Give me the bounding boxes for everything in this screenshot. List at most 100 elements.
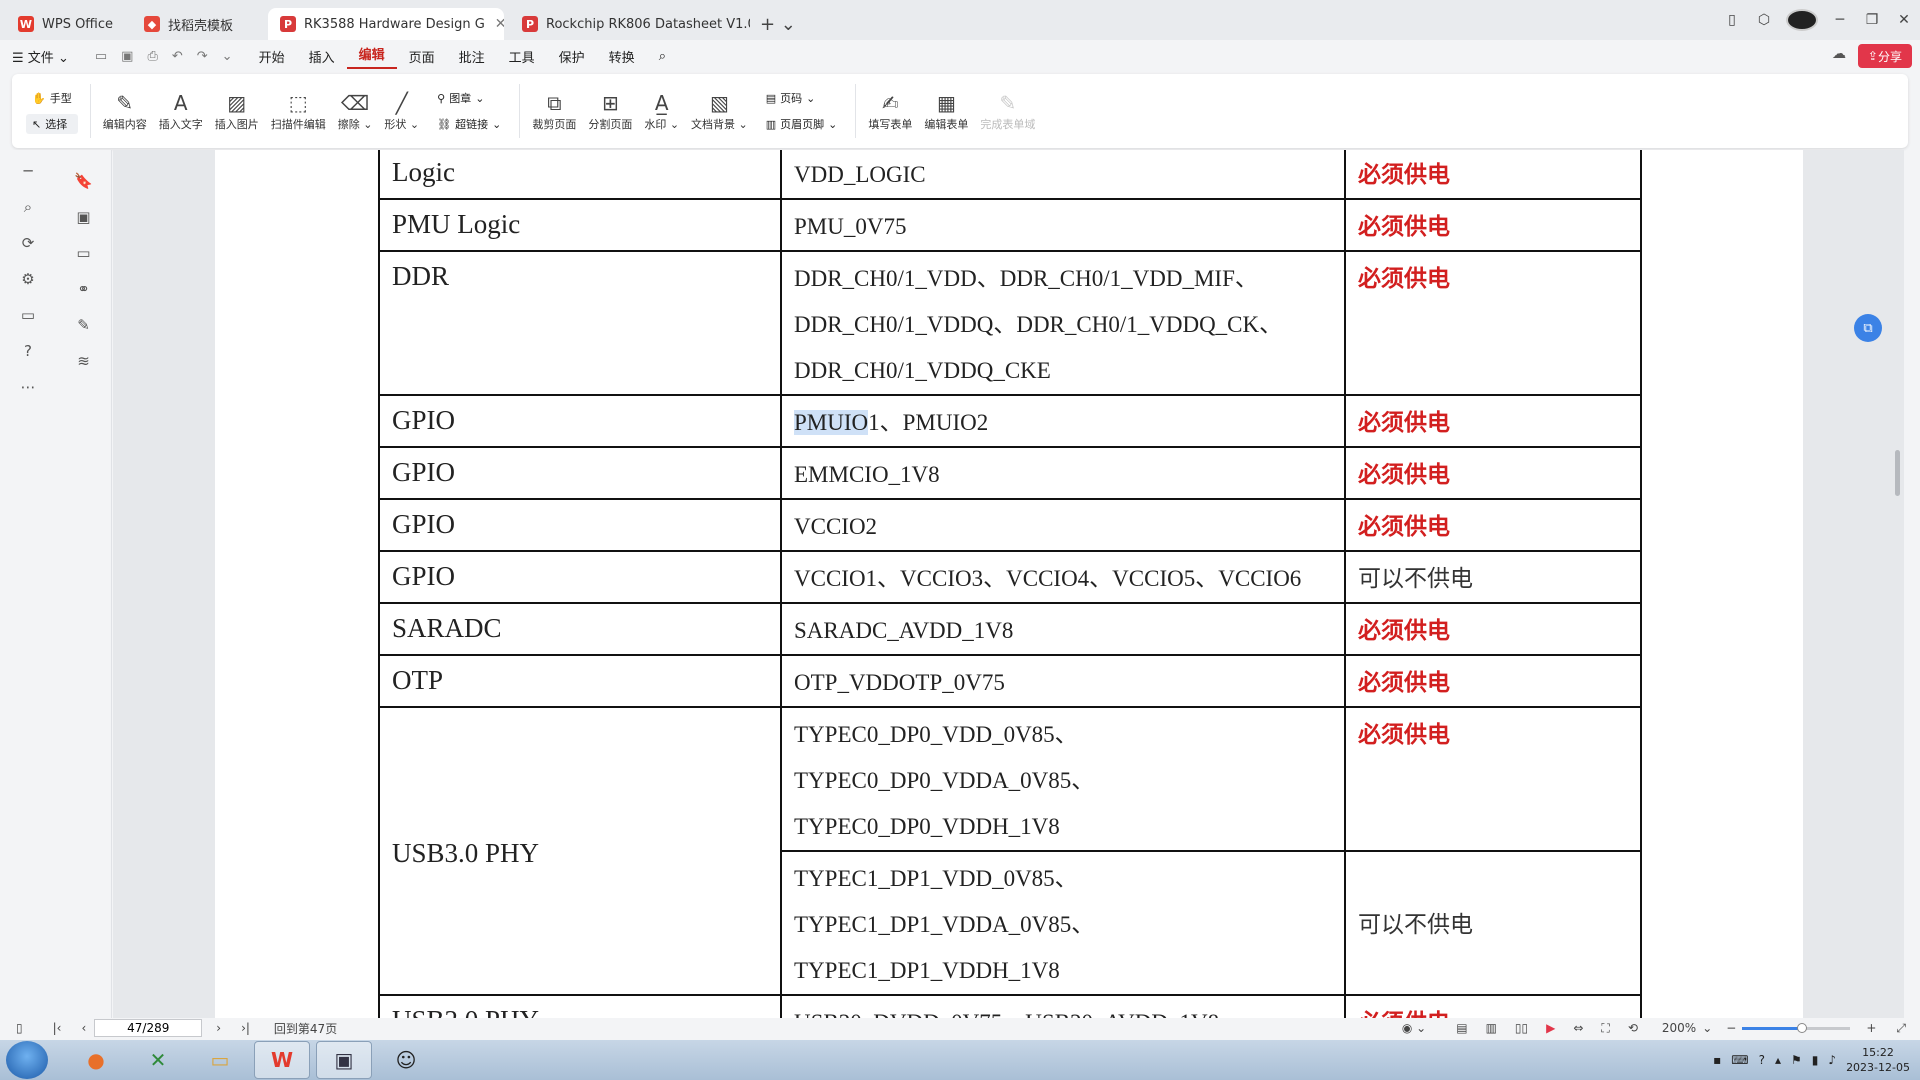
avatar[interactable] — [1786, 9, 1818, 31]
read-icon[interactable]: ▭ — [21, 306, 35, 324]
hyperlink-button[interactable]: ⛓ 超链接 ⌄ — [431, 114, 507, 134]
hand-tool-button[interactable]: ✋ 手型 — [26, 88, 78, 108]
search-icon[interactable]: ⌕ — [647, 49, 678, 64]
edit-form-button[interactable]: ▦ 编辑表单 — [918, 81, 974, 141]
flag-icon[interactable]: ⚑ — [1791, 1053, 1802, 1067]
back-to-page-link[interactable]: 回到第47页 — [274, 1020, 337, 1037]
file-explorer-icon[interactable]: ▭ — [192, 1041, 248, 1079]
tab-docer-templates[interactable]: ◆ 找稻壳模板 — [132, 8, 262, 40]
scan-edit-button[interactable]: ⬚ 扫描件编辑 — [265, 81, 332, 141]
search-icon[interactable]: ⌕ — [24, 198, 32, 216]
network-tool-icon[interactable]: ✕ — [130, 1041, 186, 1079]
menu-item-comment[interactable]: 批注 — [447, 47, 497, 66]
file-menu[interactable]: ☰ 文件 ⌄ — [0, 47, 81, 66]
close-icon[interactable]: ✕ — [495, 16, 504, 32]
shape-button[interactable]: ╱ 形状 ⌄ — [378, 81, 425, 141]
rotate-icon[interactable]: ⟲ — [1628, 1021, 1638, 1035]
two-page-icon[interactable]: ▯▯ — [1515, 1021, 1528, 1035]
single-page-icon[interactable]: ▤ — [1456, 1021, 1467, 1035]
watermark-button[interactable]: A̲ 水印 ⌄ — [638, 81, 685, 141]
last-page-icon[interactable]: ›| — [241, 1021, 250, 1035]
thumbnail-icon[interactable]: ▣ — [76, 208, 90, 226]
zoom-level[interactable]: 200% — [1662, 1021, 1696, 1035]
doc-background-button[interactable]: ▧ 文档背景 ⌄ — [685, 81, 754, 141]
zoom-out-icon[interactable]: − — [1726, 1021, 1736, 1035]
restore-icon[interactable]: ❐ — [1856, 12, 1888, 28]
bot-app-icon[interactable]: ☺ — [378, 1041, 434, 1079]
crop-page-button[interactable]: ⧉ 裁剪页面 — [526, 81, 582, 141]
page-number-button[interactable]: ▤ 页码 ⌄ — [760, 88, 844, 108]
wps-taskbar-icon[interactable]: W — [254, 1041, 310, 1079]
redo-icon[interactable]: ↷ — [197, 49, 208, 64]
zoom-slider-knob[interactable] — [1796, 1022, 1807, 1033]
sidebar-toggle-icon[interactable]: ▯ — [16, 1021, 23, 1035]
layers-icon[interactable]: ≋ — [77, 352, 90, 370]
collapse-icon[interactable]: ─ — [23, 162, 32, 180]
menu-item-page[interactable]: 页面 — [397, 47, 447, 66]
menu-item-protect[interactable]: 保护 — [547, 47, 597, 66]
first-page-icon[interactable]: |‹ — [53, 1021, 62, 1035]
help-tray-icon[interactable]: ? — [1759, 1053, 1765, 1067]
bookmark-icon[interactable]: 🔖 — [74, 172, 93, 190]
float-assistant-button[interactable]: ⧉ — [1854, 314, 1882, 342]
continuous-icon[interactable]: ▥ — [1486, 1021, 1497, 1035]
document-viewport[interactable]: Logic VDD_LOGIC 必须供电 PMU Logic PMU_0V75 … — [113, 150, 1904, 1018]
zoom-dropdown-icon[interactable]: ⌄ — [1702, 1021, 1712, 1035]
next-page-icon[interactable]: › — [216, 1021, 221, 1035]
refresh-icon[interactable]: ⟳ — [22, 234, 35, 252]
comment-icon[interactable]: ▭ — [76, 244, 90, 262]
open-icon[interactable]: ▭ — [95, 49, 107, 64]
firefox-icon[interactable]: ● — [68, 1041, 124, 1079]
menu-item-tools[interactable]: 工具 — [497, 47, 547, 66]
stamp-button[interactable]: ⚲ 图章 ⌄ — [431, 88, 507, 108]
tab-rk3588-hardware-design[interactable]: P RK3588 Hardware Design G ✕ — [268, 8, 504, 40]
show-hidden-icon[interactable]: ▴ — [1775, 1053, 1781, 1067]
save-icon[interactable]: ▣ — [121, 49, 133, 64]
help-icon[interactable]: ? — [24, 342, 32, 360]
tab-wps-office[interactable]: W WPS Office — [6, 8, 126, 40]
zoom-in-icon[interactable]: + — [1866, 1021, 1876, 1035]
start-button[interactable] — [6, 1041, 48, 1079]
clock[interactable]: 15:22 2023-12-05 — [1846, 1045, 1910, 1075]
attachment-icon[interactable]: ⚭ — [77, 280, 90, 298]
page-number-input[interactable] — [94, 1019, 203, 1037]
cloud-icon[interactable]: ☁ — [1832, 46, 1846, 62]
header-footer-button[interactable]: ▥ 页眉页脚 ⌄ — [760, 114, 844, 134]
settings-icon[interactable]: ⚙ — [21, 270, 34, 288]
fit-width-icon[interactable]: ⇔ — [1573, 1021, 1583, 1035]
keyboard-icon[interactable]: ⌨ — [1731, 1053, 1748, 1067]
menu-item-insert[interactable]: 插入 — [297, 47, 347, 66]
insert-image-button[interactable]: ▨ 插入图片 — [209, 81, 265, 141]
tab-rk806-datasheet[interactable]: P Rockchip RK806 Datasheet V1.0 — [510, 8, 750, 40]
selected-text[interactable]: PMUIO — [794, 410, 869, 435]
edit-content-button[interactable]: ✎ 编辑内容 — [97, 81, 153, 141]
eye-icon[interactable]: ◉ ⌄ — [1402, 1021, 1426, 1035]
menu-item-start[interactable]: 开始 — [247, 47, 297, 66]
volume-icon[interactable]: ♪ — [1828, 1053, 1836, 1067]
prev-page-icon[interactable]: ‹ — [81, 1021, 86, 1035]
fit-page-icon[interactable]: ⛶ — [1601, 1021, 1609, 1036]
fill-form-button[interactable]: ✍ 填写表单 — [862, 81, 918, 141]
minimize-icon[interactable]: ─ — [1824, 12, 1856, 28]
play-icon[interactable]: ▶ — [1546, 1021, 1555, 1035]
box-icon[interactable]: ⬡ — [1748, 12, 1780, 28]
fullscreen-icon[interactable]: ⤢ — [1896, 1021, 1906, 1036]
vertical-scrollbar[interactable] — [1895, 450, 1900, 496]
split-page-button[interactable]: ⊞ 分割页面 — [582, 81, 638, 141]
insert-text-button[interactable]: A 插入文字 — [153, 81, 209, 141]
select-tool-button[interactable]: ↖ 选择 — [26, 114, 78, 134]
network-icon[interactable]: ▮ — [1812, 1053, 1819, 1067]
snipping-tool-icon[interactable]: ▣ — [316, 1041, 372, 1079]
more-icon[interactable]: ⋯ — [21, 378, 36, 396]
more-icon[interactable]: ⌄ — [222, 49, 233, 64]
erase-button[interactable]: ⌫ 擦除 ⌄ — [332, 81, 379, 141]
layout-icon[interactable]: ▯ — [1716, 12, 1748, 28]
zoom-slider[interactable] — [1742, 1022, 1851, 1033]
print-icon[interactable]: ⎙ — [147, 49, 157, 64]
menu-item-edit[interactable]: 编辑 — [346, 44, 397, 69]
close-window-icon[interactable]: ✕ — [1888, 12, 1920, 28]
signature-icon[interactable]: ✎ — [77, 316, 90, 334]
undo-icon[interactable]: ↶ — [172, 49, 183, 64]
menu-item-convert[interactable]: 转换 — [597, 47, 647, 66]
new-tab-button[interactable]: + ⌄ — [750, 8, 806, 40]
